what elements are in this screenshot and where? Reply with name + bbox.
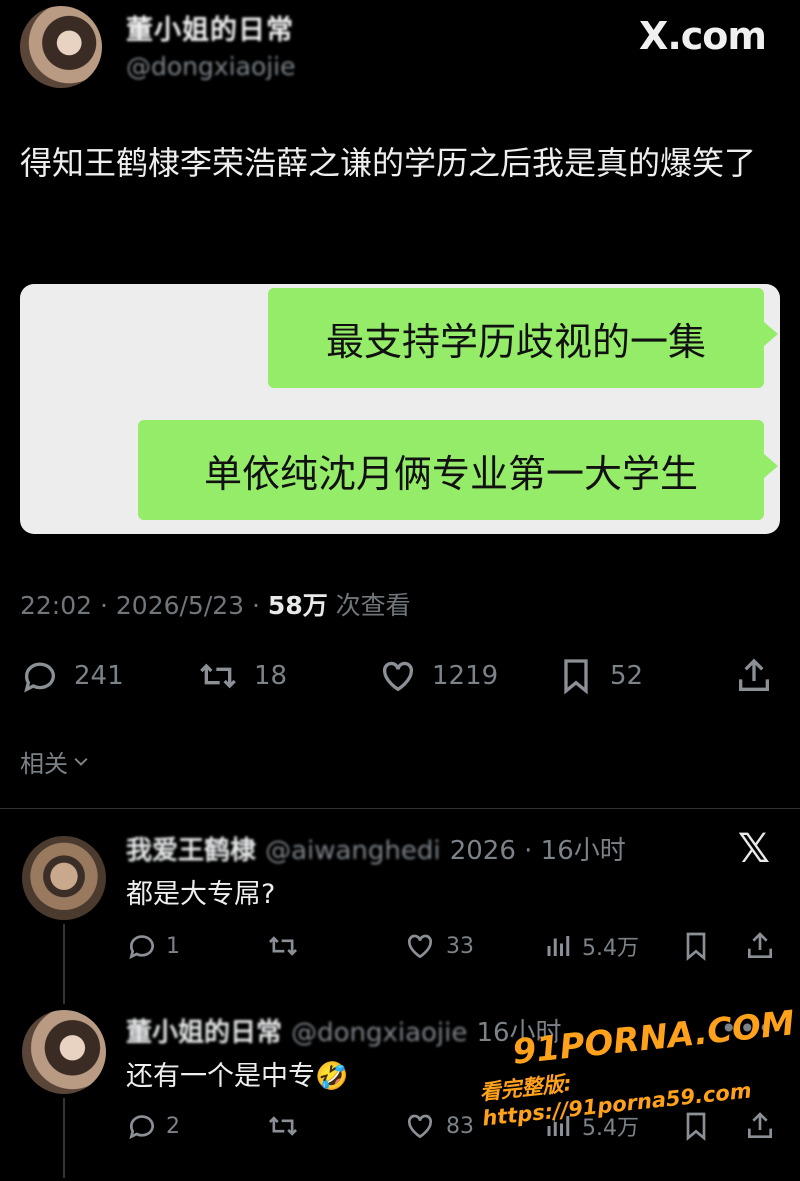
bookmark-count: 52: [610, 661, 644, 691]
reply-icon: [129, 1115, 154, 1140]
retweet-icon: [200, 663, 236, 689]
view-count: 58万: [267, 591, 328, 620]
tweet-text: 得知王鹤棣李荣浩薛之谦的学历之后我是真的爆笑了: [20, 144, 757, 182]
retweet-icon: [268, 936, 298, 956]
view-label: 次查看: [327, 591, 411, 620]
bookmark-icon: [686, 932, 706, 961]
reply-avatar[interactable]: [22, 836, 106, 920]
divider: [0, 808, 800, 809]
share-icon: [748, 932, 772, 958]
reply-text: 还有一个是中专🤣: [126, 1061, 349, 1092]
like-button[interactable]: 1219: [378, 656, 498, 696]
tweet-image[interactable]: 最支持学历歧视的一集 单依纯沈月俩专业第一大学生: [20, 284, 780, 534]
reply-button[interactable]: 2: [126, 1110, 266, 1142]
reply-header: 我爱王鹤棣 @aiwanghedi 2026 · 16小时: [126, 830, 626, 867]
reply-author-name[interactable]: 我爱王鹤棣: [126, 836, 256, 866]
reply-header: 董小姐的日常 @dongxiaojie 16小时: [126, 1012, 562, 1049]
thread-line: [63, 924, 65, 1004]
share-icon: [748, 1112, 772, 1138]
like-count: 1219: [432, 661, 499, 691]
bookmark-button[interactable]: [680, 930, 744, 962]
reply-count: 241: [74, 661, 124, 691]
reply-time: 2026 · 16小时: [449, 836, 626, 866]
bookmark-button[interactable]: [680, 1110, 744, 1142]
x-logo: X.com: [639, 14, 767, 58]
reply-text: 都是大专屌?: [126, 879, 276, 910]
reply-button[interactable]: 1: [126, 930, 266, 962]
related-label: 相关: [20, 750, 68, 778]
tweet-time[interactable]: 22:02 · 2026/5/23 ·: [20, 591, 268, 620]
reply-author-name[interactable]: 董小姐的日常: [126, 1018, 282, 1048]
heart-icon: [382, 661, 414, 692]
retweet-button[interactable]: 18: [196, 656, 287, 696]
heart-icon: [407, 934, 433, 959]
retweet-count: 18: [254, 661, 288, 691]
author-handle[interactable]: @dongxiaojie: [126, 52, 296, 81]
heart-icon: [407, 1114, 433, 1139]
like-count: 83: [446, 1113, 474, 1139]
reply-button[interactable]: 241: [20, 656, 124, 696]
views-button[interactable]: 5.4万: [544, 930, 680, 962]
reply-author-handle[interactable]: @dongxiaojie: [291, 1018, 467, 1048]
bookmark-icon: [686, 1112, 706, 1141]
share-button[interactable]: [744, 1110, 776, 1142]
retweet-icon: [268, 1116, 298, 1136]
like-button[interactable]: 33: [404, 930, 544, 962]
share-icon: [739, 658, 769, 691]
retweet-button[interactable]: [266, 1110, 404, 1142]
reply-count: 1: [166, 933, 180, 959]
author-avatar[interactable]: [20, 6, 102, 88]
related-toggle[interactable]: 相关: [20, 744, 94, 779]
author-name[interactable]: 董小姐的日常: [126, 8, 294, 47]
views-icon: [547, 936, 570, 956]
reply-avatar[interactable]: [22, 1010, 106, 1094]
share-button[interactable]: [744, 930, 776, 962]
x-logo-icon: 𝕏: [737, 826, 770, 872]
reply-count: 2: [166, 1113, 180, 1139]
like-count: 33: [446, 933, 474, 959]
share-button[interactable]: [734, 656, 788, 696]
reply-action-bar: 1 33 5.4万: [126, 930, 776, 962]
chevron-down-icon: [74, 757, 88, 766]
reply-action-bar: 2 83 5.4万: [126, 1110, 776, 1142]
chat-bubble: 最支持学历歧视的一集: [268, 288, 778, 388]
bookmark-icon: [564, 659, 588, 695]
bookmark-button[interactable]: 52: [556, 656, 643, 696]
retweet-button[interactable]: [266, 930, 404, 962]
tweet-meta: 22:02 · 2026/5/23 · 58万 次查看: [20, 586, 411, 622]
thread-line: [63, 1098, 65, 1178]
reply-icon: [24, 662, 55, 693]
reply-icon: [129, 935, 154, 960]
reply-author-handle[interactable]: @aiwanghedi: [265, 836, 441, 866]
views-count: 5.4万: [582, 936, 639, 961]
chat-bubble: 单依纯沈月俩专业第一大学生: [138, 420, 778, 520]
